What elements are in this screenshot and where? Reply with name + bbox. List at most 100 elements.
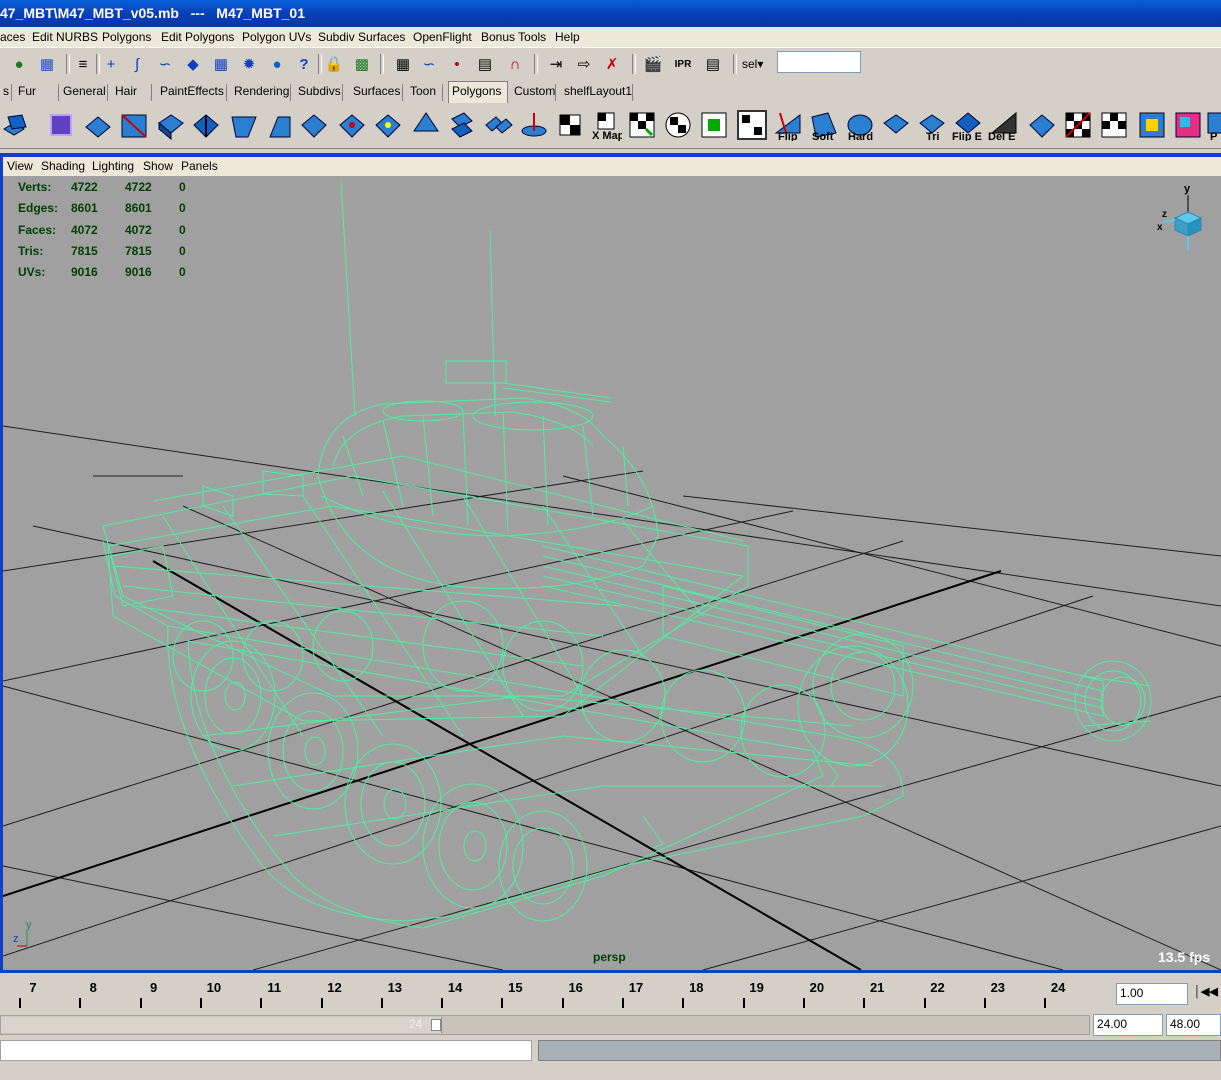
panel-menu-panels[interactable]: Panels [181, 159, 218, 173]
spherical-mapping-icon[interactable] [626, 109, 658, 141]
range-slider[interactable]: 24 24.00 48.00 [0, 1013, 1221, 1037]
panel-menu-view[interactable]: View [7, 159, 33, 173]
poke-face-icon[interactable] [410, 109, 442, 141]
scene-canvas[interactable] [3, 176, 1221, 970]
select-by-hierarchy-icon[interactable]: ● [8, 53, 30, 75]
help-query-icon[interactable]: ? [293, 53, 315, 75]
uv-texture-editor-icon[interactable] [736, 109, 768, 141]
time-slider[interactable]: 7 8 9 10 11 12 13 14 15 16 17 18 19 20 21 22 23 24 1.00 │… [0, 973, 1221, 1013]
perspective-viewport[interactable]: Verts: 4722 4722 0 Edges: 8601 8601 0 Fa… [3, 176, 1221, 970]
tab-polygons[interactable]: Polygons [448, 81, 508, 103]
panel-menu-shading[interactable]: Shading [41, 159, 85, 173]
checker-icon[interactable] [1062, 109, 1094, 141]
bevel-icon[interactable] [228, 109, 260, 141]
render-icon[interactable]: 🎬 [642, 53, 664, 75]
merge-edges-icon[interactable] [336, 109, 368, 141]
menu-polygons[interactable]: Polygons [102, 30, 151, 44]
automatic-mapping-icon[interactable] [662, 109, 694, 141]
go-to-start-icon[interactable]: │◀◀ [1194, 985, 1218, 998]
curve-snap-icon[interactable]: ∽ [418, 53, 440, 75]
wedge-face-icon[interactable] [264, 109, 296, 141]
snap-curve-icon[interactable]: ∫ [126, 53, 148, 75]
poly-plane-icon[interactable] [82, 109, 114, 141]
reduce-icon[interactable] [1026, 109, 1058, 141]
tab-general[interactable]: General [60, 84, 108, 101]
soften-edge-icon[interactable]: Soft [808, 109, 840, 141]
make-live-icon[interactable]: ▦ [210, 53, 232, 75]
input-icon[interactable]: ⇥ [545, 53, 567, 75]
tab-subdivs[interactable]: Subdivs [295, 84, 343, 101]
lock-icon[interactable]: 🔒 [323, 53, 345, 75]
merge-vertices-icon[interactable] [298, 109, 330, 141]
range-bar[interactable]: 24 [0, 1015, 1090, 1035]
tab-toon[interactable]: Toon [407, 84, 443, 101]
frame-tick [19, 998, 21, 1008]
grid-icon[interactable]: ▦ [392, 53, 414, 75]
highlight-icon[interactable]: ▩ [351, 53, 373, 75]
snap-grid-icon[interactable]: + [100, 53, 122, 75]
menu-bonus-tools[interactable]: Bonus Tools [481, 30, 546, 44]
plane-snap-icon[interactable]: ▤ [474, 53, 496, 75]
planar-mapping-icon[interactable] [554, 109, 586, 141]
tab-shelf-partial[interactable]: s [0, 84, 12, 101]
poly-cube-icon[interactable] [45, 109, 77, 141]
shelf-overflow-icon[interactable]: P [1206, 109, 1221, 141]
menu-surfaces[interactable]: aces [0, 30, 25, 44]
create-uvs-icon[interactable] [698, 109, 730, 141]
render-globals-icon[interactable]: ▤ [702, 53, 724, 75]
smooth-icon[interactable] [880, 109, 912, 141]
menu-openflight[interactable]: OpenFlight [413, 30, 472, 44]
move-component-icon[interactable] [518, 109, 550, 141]
view-cube-icon[interactable]: y z x [1153, 180, 1213, 255]
panel-menu-lighting[interactable]: Lighting [92, 159, 134, 173]
tab-custom[interactable]: Custom [511, 84, 556, 101]
tab-rendering[interactable]: Rendering [231, 84, 291, 101]
uv-snapshot-icon[interactable] [1098, 109, 1130, 141]
collapse-icon[interactable] [372, 109, 404, 141]
tab-surfaces[interactable]: Surfaces [350, 84, 403, 101]
mel-command-input[interactable] [0, 1040, 532, 1061]
extrude-edge-icon[interactable] [190, 109, 222, 141]
flip-normals-icon[interactable]: Flip [772, 109, 804, 141]
menu-edit-nurbs[interactable]: Edit NURBS [32, 30, 98, 44]
split-polygon-icon[interactable] [118, 109, 150, 141]
tab-shelflayout1[interactable]: shelfLayout1 [561, 84, 633, 101]
component-icon[interactable]: ✹ [238, 53, 260, 75]
keep-faces-together-icon[interactable] [446, 109, 478, 141]
extrude-face-icon[interactable] [155, 109, 187, 141]
panel-menu-show[interactable]: Show [143, 159, 173, 173]
tab-hair[interactable]: Hair [112, 84, 152, 101]
duplicate-face-icon[interactable] [482, 109, 514, 141]
select-by-object-icon[interactable]: ▦ [36, 53, 58, 75]
snap-point-icon[interactable]: ∽ [154, 53, 176, 75]
menu-subdiv-surfaces[interactable]: Subdiv Surfaces [318, 30, 405, 44]
menu-polygon-uvs[interactable]: Polygon UVs [242, 30, 311, 44]
output-icon[interactable]: ⇨ [573, 53, 595, 75]
poly-primitive-icon[interactable] [0, 109, 32, 141]
flip-edge-icon[interactable]: Flip E [952, 109, 984, 141]
current-time-field[interactable]: 1.00 [1116, 983, 1188, 1005]
layout-uvs-icon[interactable] [1136, 109, 1168, 141]
menu-help[interactable]: Help [555, 30, 580, 44]
playback-end-field[interactable]: 24.00 [1093, 1014, 1163, 1036]
menu-edit-polygons[interactable]: Edit Polygons [161, 30, 234, 44]
tab-painteffects[interactable]: PaintEffects [157, 84, 227, 101]
magnet-icon[interactable]: ∩ [504, 53, 526, 75]
snap-view-plane-icon[interactable]: ◆ [182, 53, 204, 75]
point-snap-icon[interactable]: • [446, 53, 468, 75]
selection-mode-label[interactable]: sel▾ [742, 57, 763, 71]
paint-texture-icon[interactable] [1172, 109, 1204, 141]
animation-end-field[interactable]: 48.00 [1166, 1014, 1221, 1036]
triangulate-icon[interactable]: Tri [916, 109, 948, 141]
harden-edge-icon[interactable]: Hard [844, 109, 876, 141]
hidden-icon[interactable]: ● [266, 53, 288, 75]
quick-selection-field[interactable] [777, 51, 861, 73]
ipr-render-icon[interactable]: IPR [672, 53, 694, 75]
window-title-bar: 47_MBT\M47_MBT_v05.mb --- M47_MBT_01 [0, 0, 1221, 27]
delete-edge-icon[interactable]: Del E [988, 109, 1020, 141]
cylindrical-mapping-icon[interactable]: X Map [590, 109, 622, 141]
range-handle[interactable] [431, 1019, 441, 1031]
tab-fur[interactable]: Fur [15, 84, 59, 101]
construction-history-icon[interactable]: ✗ [601, 53, 623, 75]
menu-lock-icon[interactable]: ≡ [72, 53, 94, 75]
